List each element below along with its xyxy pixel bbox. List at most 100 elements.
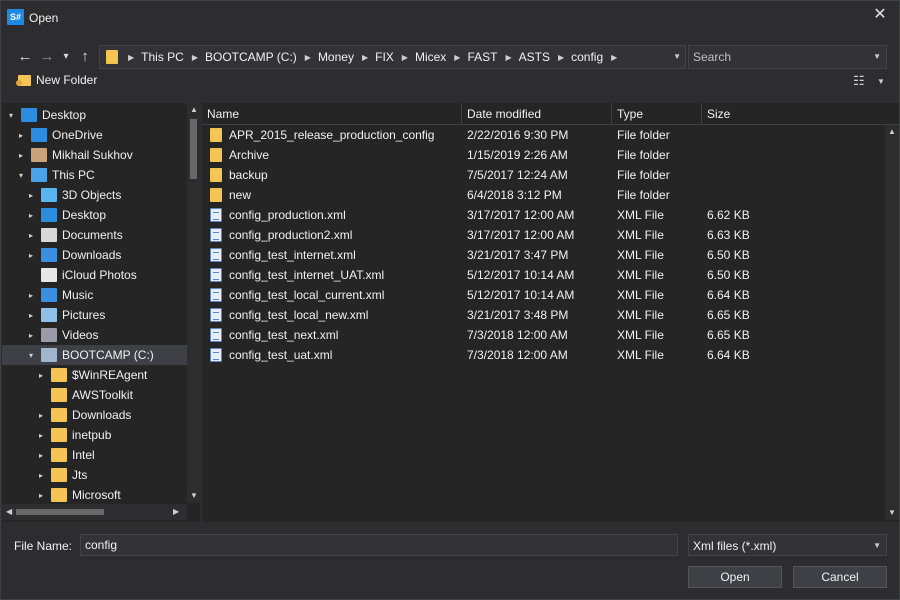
tree-item[interactable]: ▸ Intel <box>2 445 187 465</box>
file-row[interactable]: backup 7/5/2017 12:24 AM File folder <box>202 165 885 185</box>
breadcrumb-item[interactable]: Micex <box>415 50 446 64</box>
search-box[interactable]: ▼ <box>688 45 887 69</box>
breadcrumb-item[interactable]: FAST <box>467 50 497 64</box>
tree-item[interactable]: ▸ Microsoft <box>2 485 187 505</box>
file-row[interactable]: new 6/4/2018 3:12 PM File folder <box>202 185 885 205</box>
collapsed-chevron-icon[interactable]: ▸ <box>36 411 46 420</box>
scroll-up-icon[interactable]: ▲ <box>190 105 198 114</box>
search-dropdown-icon[interactable]: ▼ <box>873 52 881 61</box>
file-row[interactable]: config_test_internet.xml 3/21/2017 3:47 P… <box>202 245 885 265</box>
scroll-right-icon[interactable]: ▶ <box>173 507 179 516</box>
search-input[interactable] <box>689 46 886 68</box>
tree-item[interactable]: ▾ Desktop <box>2 105 187 125</box>
tree-item[interactable]: ▾ BOOTCAMP (C:) <box>2 345 187 365</box>
close-icon[interactable]: ✕ <box>871 6 889 24</box>
tree-hscroll-thumb[interactable] <box>16 509 104 515</box>
chevron-right-icon[interactable]: ▶ <box>192 53 198 62</box>
file-row[interactable]: config_test_local_current.xml 5/12/2017 1… <box>202 285 885 305</box>
recent-locations-dropdown-icon[interactable]: ▾ <box>60 47 72 67</box>
new-folder-button[interactable]: New Folder <box>16 73 97 87</box>
tree-item[interactable]: ▾ This PC <box>2 165 187 185</box>
tree-item[interactable]: ▸ OneDrive <box>2 125 187 145</box>
file-row[interactable]: config_test_local_new.xml 3/21/2017 3:48 … <box>202 305 885 325</box>
collapsed-chevron-icon[interactable]: ▸ <box>26 291 36 300</box>
expanded-chevron-icon[interactable]: ▾ <box>6 111 16 120</box>
tree-item[interactable]: ▸ Documents <box>2 225 187 245</box>
address-bar[interactable]: ▶ This PC ▶ BOOTCAMP (C:) ▶ Money ▶ FIX ▶ Micex ▶ F… <box>99 45 686 69</box>
breadcrumb-item[interactable]: BOOTCAMP (C:) <box>205 50 297 64</box>
chevron-right-icon[interactable]: ▶ <box>362 53 368 62</box>
column-header-size[interactable]: Size <box>702 103 899 125</box>
collapsed-chevron-icon[interactable]: ▸ <box>16 131 26 140</box>
scroll-left-icon[interactable]: ◀ <box>6 507 12 516</box>
scroll-down-icon[interactable]: ▼ <box>888 508 896 517</box>
tree-item[interactable]: ▸ Desktop <box>2 205 187 225</box>
cancel-button[interactable]: Cancel <box>793 566 887 588</box>
file-name-field[interactable] <box>80 534 678 556</box>
view-options-icon[interactable]: ☷ <box>853 73 865 89</box>
collapsed-chevron-icon[interactable]: ▸ <box>36 471 46 480</box>
file-row[interactable]: config_test_internet_UAT.xml 5/12/2017 10… <box>202 265 885 285</box>
forward-arrow-icon[interactable]: → <box>38 47 56 67</box>
address-history-dropdown-icon[interactable]: ▼ <box>673 52 681 61</box>
column-header-type[interactable]: Type <box>612 103 702 125</box>
tree-item[interactable]: ▸ Downloads <box>2 245 187 265</box>
tree-item[interactable]: ▸ 3D Objects <box>2 185 187 205</box>
file-row[interactable]: config_test_next.xml 7/3/2018 12:00 AM XML… <box>202 325 885 345</box>
file-row[interactable]: config_test_uat.xml 7/3/2018 12:00 AM XML … <box>202 345 885 365</box>
breadcrumb-item[interactable]: FIX <box>375 50 394 64</box>
tree-item[interactable]: iCloud Photos <box>2 265 187 285</box>
collapsed-chevron-icon[interactable]: ▸ <box>26 211 36 220</box>
collapsed-chevron-icon[interactable]: ▸ <box>36 431 46 440</box>
tree-item[interactable]: ▸ Downloads <box>2 405 187 425</box>
up-arrow-icon[interactable]: ↑ <box>76 47 94 67</box>
tree-vertical-scrollbar[interactable]: ▲ ▼ <box>187 103 200 503</box>
collapsed-chevron-icon[interactable]: ▸ <box>16 151 26 160</box>
view-options-dropdown-icon[interactable]: ▼ <box>877 77 885 86</box>
tree-item[interactable]: ▸ Mikhail Sukhov <box>2 145 187 165</box>
tree-horizontal-scrollbar[interactable]: ◀ ▶ <box>2 504 187 520</box>
column-header-date[interactable]: Date modified <box>462 103 612 125</box>
chevron-right-icon[interactable]: ▶ <box>305 53 311 62</box>
collapsed-chevron-icon[interactable]: ▸ <box>26 311 36 320</box>
tree-item[interactable]: ▸ Music <box>2 285 187 305</box>
breadcrumb-item[interactable]: This PC <box>141 50 184 64</box>
chevron-right-icon[interactable]: ▶ <box>128 53 134 62</box>
chevron-right-icon[interactable]: ▶ <box>505 53 511 62</box>
collapsed-chevron-icon[interactable]: ▸ <box>36 371 46 380</box>
collapsed-chevron-icon[interactable]: ▸ <box>26 331 36 340</box>
breadcrumb-item[interactable]: ASTS <box>519 50 550 64</box>
tree-item[interactable]: ▸ Pictures <box>2 305 187 325</box>
scroll-down-icon[interactable]: ▼ <box>190 491 198 500</box>
chevron-right-icon[interactable]: ▶ <box>558 53 564 62</box>
tree-item[interactable]: ▸ Jts <box>2 465 187 485</box>
collapsed-chevron-icon[interactable]: ▸ <box>26 251 36 260</box>
column-header-name[interactable]: Name <box>202 103 462 125</box>
file-row[interactable]: APR_2015_release_production_config 2/22/2… <box>202 125 885 145</box>
list-vertical-scrollbar[interactable]: ▲ ▼ <box>885 125 899 520</box>
expanded-chevron-icon[interactable]: ▾ <box>16 171 26 180</box>
expanded-chevron-icon[interactable]: ▾ <box>26 351 36 360</box>
file-type-select[interactable]: Xml files (*.xml) ▼ <box>688 534 887 556</box>
tree-item[interactable]: AWSToolkit <box>2 385 187 405</box>
tree-item[interactable]: ▸ $WinREAgent <box>2 365 187 385</box>
tree-item[interactable]: ▸ inetpub <box>2 425 187 445</box>
breadcrumb-item[interactable]: Money <box>318 50 354 64</box>
chevron-right-icon[interactable]: ▶ <box>454 53 460 62</box>
file-row[interactable]: config_production.xml 3/17/2017 12:00 AM X… <box>202 205 885 225</box>
collapsed-chevron-icon[interactable]: ▸ <box>36 451 46 460</box>
chevron-right-icon[interactable]: ▶ <box>402 53 408 62</box>
file-name-input[interactable] <box>81 535 677 555</box>
collapsed-chevron-icon[interactable]: ▸ <box>26 191 36 200</box>
breadcrumb-item[interactable]: config <box>571 50 603 64</box>
back-arrow-icon[interactable]: ← <box>16 47 34 67</box>
tree-item[interactable]: ▸ Videos <box>2 325 187 345</box>
file-row[interactable]: config_production2.xml 3/17/2017 12:00 AM… <box>202 225 885 245</box>
file-row[interactable]: Archive 1/15/2019 2:26 AM File folder <box>202 145 885 165</box>
collapsed-chevron-icon[interactable]: ▸ <box>36 491 46 500</box>
tree-scroll-thumb[interactable] <box>190 119 197 179</box>
collapsed-chevron-icon[interactable]: ▸ <box>26 231 36 240</box>
open-button[interactable]: Open <box>688 566 782 588</box>
chevron-right-icon[interactable]: ▶ <box>611 53 617 62</box>
scroll-up-icon[interactable]: ▲ <box>888 127 896 136</box>
